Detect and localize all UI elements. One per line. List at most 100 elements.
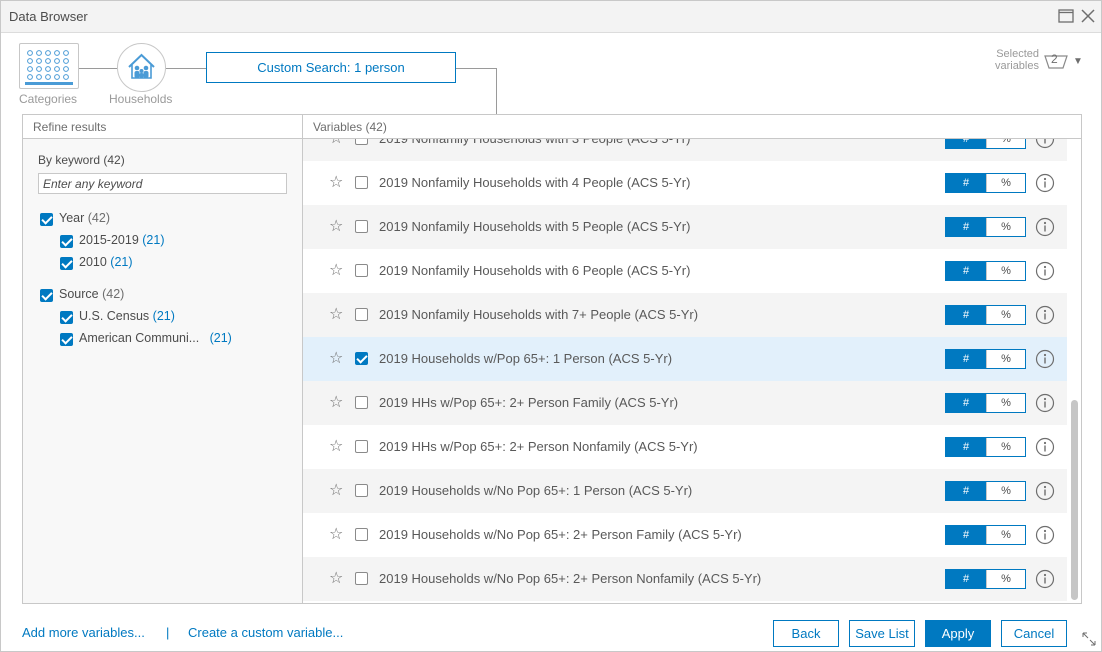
cancel-button[interactable]: Cancel <box>1001 620 1067 647</box>
variable-checkbox[interactable] <box>355 308 368 321</box>
count-toggle-button[interactable]: # <box>946 570 986 588</box>
crumb-connector <box>166 68 206 69</box>
count-toggle-button[interactable]: # <box>946 262 986 280</box>
variable-row[interactable]: ☆ 2019 Nonfamily Households with 3 People… <box>303 139 1067 161</box>
variable-row[interactable]: ☆ 2019 Nonfamily Households with 4 People… <box>303 161 1067 205</box>
count-toggle-button[interactable]: # <box>946 526 986 544</box>
source-acs-facet[interactable]: American Communi... (21) <box>79 331 232 345</box>
percent-toggle-button[interactable]: % <box>986 482 1025 500</box>
variable-checkbox[interactable] <box>355 139 368 145</box>
variable-checkbox[interactable] <box>355 572 368 585</box>
variable-row[interactable]: ☆ 2019 Nonfamily Households with 6 People… <box>303 249 1067 293</box>
star-icon[interactable]: ☆ <box>329 568 343 588</box>
count-toggle-button[interactable]: # <box>946 350 986 368</box>
star-icon[interactable]: ☆ <box>329 392 343 412</box>
variable-checkbox[interactable] <box>355 352 368 365</box>
variable-row[interactable]: ☆ 2019 Nonfamily Households with 5 People… <box>303 205 1067 249</box>
save-list-button[interactable]: Save List <box>849 620 915 647</box>
star-icon[interactable]: ☆ <box>329 260 343 280</box>
year-2015-2019-facet[interactable]: 2015-2019 (21) <box>79 233 165 247</box>
variable-checkbox[interactable] <box>355 220 368 233</box>
variable-row[interactable]: ☆ 2019 Households w/Pop 65+: 1 Person (AC… <box>303 337 1067 381</box>
info-icon[interactable] <box>1035 139 1055 149</box>
percent-toggle-button[interactable]: % <box>986 218 1025 236</box>
percent-toggle-button[interactable]: % <box>986 350 1025 368</box>
info-icon[interactable] <box>1035 173 1055 193</box>
count-toggle-button[interactable]: # <box>946 218 986 236</box>
window-title: Data Browser <box>9 9 88 24</box>
info-icon[interactable] <box>1035 349 1055 369</box>
info-icon[interactable] <box>1035 305 1055 325</box>
scrollbar[interactable] <box>1071 400 1078 600</box>
info-icon[interactable] <box>1035 393 1055 413</box>
chevron-down-icon[interactable]: ▼ <box>1073 56 1083 67</box>
count-toggle-button[interactable]: # <box>946 394 986 412</box>
star-icon[interactable]: ☆ <box>329 480 343 500</box>
variable-checkbox[interactable] <box>355 528 368 541</box>
year-2015-2019-checkbox[interactable] <box>60 235 73 248</box>
source-us-census-facet[interactable]: U.S. Census (21) <box>79 309 175 323</box>
variable-checkbox[interactable] <box>355 176 368 189</box>
source-checkbox[interactable] <box>40 289 53 302</box>
year-2010-facet[interactable]: 2010 (21) <box>79 255 133 269</box>
percent-toggle-button[interactable]: % <box>986 306 1025 324</box>
variable-checkbox[interactable] <box>355 396 368 409</box>
info-icon[interactable] <box>1035 437 1055 457</box>
apply-button[interactable]: Apply <box>925 620 991 647</box>
percent-toggle-button[interactable]: % <box>986 139 1025 148</box>
households-crumb[interactable] <box>117 43 166 92</box>
close-icon[interactable] <box>1079 7 1097 25</box>
variable-checkbox[interactable] <box>355 484 368 497</box>
count-toggle-button[interactable]: # <box>946 306 986 324</box>
year-facet[interactable]: Year (42) <box>59 211 110 225</box>
star-icon[interactable]: ☆ <box>329 436 343 456</box>
resize-icon[interactable] <box>1081 631 1097 647</box>
star-icon[interactable]: ☆ <box>329 524 343 544</box>
add-more-variables-link[interactable]: Add more variables... <box>22 625 145 640</box>
keyword-input[interactable] <box>38 173 287 194</box>
variable-checkbox[interactable] <box>355 440 368 453</box>
star-icon[interactable]: ☆ <box>329 304 343 324</box>
variable-checkbox[interactable] <box>355 264 368 277</box>
variable-row[interactable]: ☆ 2019 HHs w/Pop 65+: 2+ Person Family (A… <box>303 381 1067 425</box>
source-us-census-checkbox[interactable] <box>60 311 73 324</box>
info-icon[interactable] <box>1035 261 1055 281</box>
percent-toggle-button[interactable]: % <box>986 526 1025 544</box>
households-label[interactable]: Households <box>109 92 172 106</box>
star-icon[interactable]: ☆ <box>329 139 343 148</box>
percent-toggle-button[interactable]: % <box>986 174 1025 192</box>
variable-label: 2019 Households w/Pop 65+: 1 Person (ACS… <box>379 351 673 366</box>
info-icon[interactable] <box>1035 217 1055 237</box>
create-custom-variable-link[interactable]: Create a custom variable... <box>188 625 343 640</box>
variable-row[interactable]: ☆ 2019 Households w/No Pop 65+: 1 Person … <box>303 469 1067 513</box>
variable-row[interactable]: ☆ 2019 Households w/No Pop 65+: 2+ Person… <box>303 557 1067 601</box>
categories-label[interactable]: Categories <box>19 92 77 106</box>
categories-crumb[interactable] <box>19 43 79 89</box>
count-toggle-button[interactable]: # <box>946 174 986 192</box>
star-icon[interactable]: ☆ <box>329 216 343 236</box>
star-icon[interactable]: ☆ <box>329 348 343 368</box>
year-checkbox[interactable] <box>40 213 53 226</box>
info-icon[interactable] <box>1035 525 1055 545</box>
year-2010-checkbox[interactable] <box>60 257 73 270</box>
percent-toggle-button[interactable]: % <box>986 262 1025 280</box>
count-toggle-button[interactable]: # <box>946 139 986 148</box>
info-icon[interactable] <box>1035 569 1055 589</box>
count-percent-toggle: #% <box>945 349 1026 369</box>
source-acs-checkbox[interactable] <box>60 333 73 346</box>
maximize-icon[interactable] <box>1057 7 1075 25</box>
count-toggle-button[interactable]: # <box>946 482 986 500</box>
variable-row[interactable]: ☆ 2019 HHs w/Pop 65+: 2+ Person Nonfamily… <box>303 425 1067 469</box>
source-facet[interactable]: Source (42) <box>59 287 124 301</box>
variable-row[interactable]: ☆ 2019 Households w/No Pop 65+: 2+ Person… <box>303 513 1067 557</box>
star-icon[interactable]: ☆ <box>329 172 343 192</box>
percent-toggle-button[interactable]: % <box>986 570 1025 588</box>
info-icon[interactable] <box>1035 481 1055 501</box>
back-button[interactable]: Back <box>773 620 839 647</box>
percent-toggle-button[interactable]: % <box>986 438 1025 456</box>
variable-row[interactable]: ☆ 2019 Nonfamily Households with 7+ Peopl… <box>303 293 1067 337</box>
selected-variables[interactable]: Selected variables 2 ▼ <box>987 48 1087 78</box>
count-toggle-button[interactable]: # <box>946 438 986 456</box>
custom-search-crumb[interactable]: Custom Search: 1 person <box>206 52 456 83</box>
percent-toggle-button[interactable]: % <box>986 394 1025 412</box>
